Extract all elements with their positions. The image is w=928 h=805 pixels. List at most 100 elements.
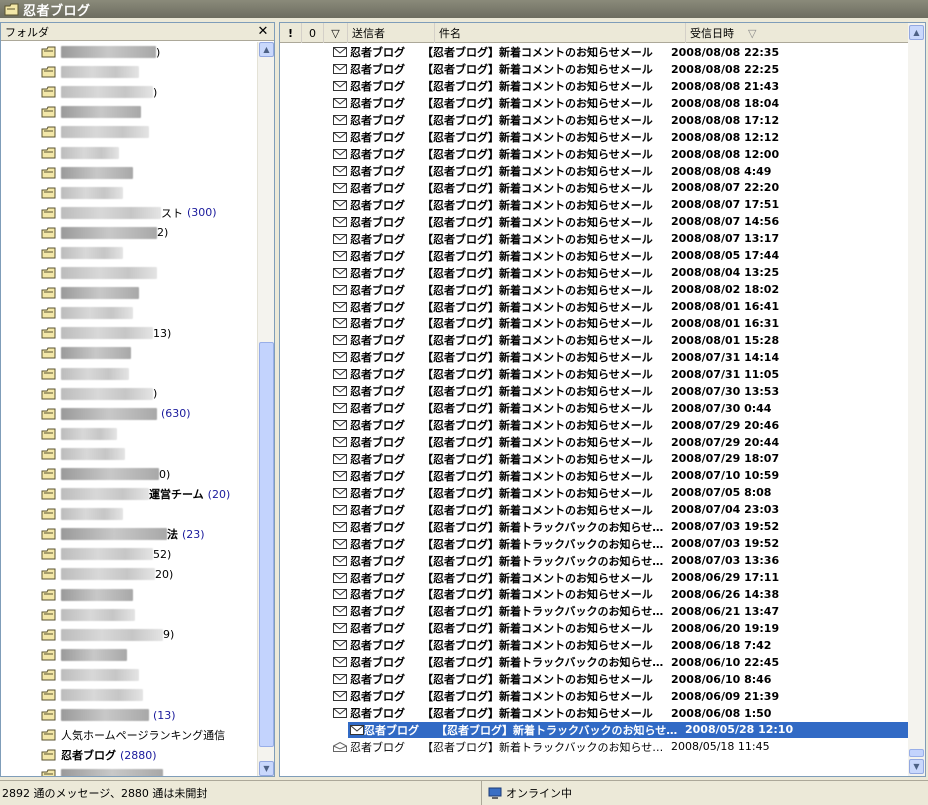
message-row[interactable]: 忍者ブログ 【忍者ブログ】新着コメントのお知らせメール 2008/08/08 17:…	[280, 112, 909, 129]
folder-item[interactable]: )	[1, 42, 257, 62]
folder-item[interactable]	[1, 163, 257, 183]
message-row[interactable]: 忍者ブログ 【忍者ブログ】新着トラックバックのお知らせメール 2008/05/18 …	[280, 738, 909, 755]
folder-item[interactable]: 運営チーム (20)	[1, 484, 257, 504]
folder-item[interactable]	[1, 645, 257, 665]
folder-item[interactable]: 人気ホームページランキング通信	[1, 725, 257, 745]
folder-name: )	[153, 85, 158, 99]
message-row[interactable]: 忍者ブログ 【忍者ブログ】新着コメントのお知らせメール 2008/08/07 13:…	[280, 230, 909, 247]
message-list[interactable]: 忍者ブログ 【忍者ブログ】新着コメントのお知らせメール 2008/08/08 22:…	[280, 44, 909, 776]
message-row[interactable]: 忍者ブログ 【忍者ブログ】新着コメントのお知らせメール 2008/07/29 18:…	[280, 451, 909, 468]
message-row[interactable]: 忍者ブログ 【忍者ブログ】新着コメントのお知らせメール 2008/08/04 13:…	[280, 264, 909, 281]
folder-item[interactable]	[1, 444, 257, 464]
message-row[interactable]: 忍者ブログ 【忍者ブログ】新着コメントのお知らせメール 2008/08/08 4:4…	[280, 163, 909, 180]
folder-item[interactable]	[1, 343, 257, 363]
message-row[interactable]: 忍者ブログ 【忍者ブログ】新着コメントのお知らせメール 2008/06/20 19:…	[280, 620, 909, 637]
folder-scrollbar[interactable]: ▲ ▼	[257, 42, 274, 776]
message-row[interactable]: 忍者ブログ 【忍者ブログ】新着コメントのお知らせメール 2008/07/29 20:…	[280, 417, 909, 434]
folder-item[interactable]	[1, 424, 257, 444]
message-row[interactable]: 忍者ブログ 【忍者ブログ】新着コメントのお知らせメール 2008/07/29 20:…	[280, 434, 909, 451]
folder-item[interactable]: 2)	[1, 223, 257, 243]
folder-item[interactable]	[1, 243, 257, 263]
message-row[interactable]: 忍者ブログ 【忍者ブログ】新着トラックバックのお知らせメ... 2008/07/03…	[280, 535, 909, 552]
attachment-column[interactable]: 0	[302, 23, 324, 43]
message-row[interactable]: 忍者ブログ 【忍者ブログ】新着トラックバックのお知らせメ... 2008/06/10…	[280, 654, 909, 671]
folder-tree[interactable]: )) スト (300) 2) 13)) (630) 0) 運営チーム (20) 法 (23) 52) 2…	[1, 42, 257, 776]
message-row[interactable]: 忍者ブログ 【忍者ブログ】新着コメントのお知らせメール 2008/06/26 14:…	[280, 586, 909, 603]
message-row[interactable]: 忍者ブログ 【忍者ブログ】新着トラックバックのお知らせメ... 2008/06/21…	[280, 603, 909, 620]
message-row[interactable]: 忍者ブログ 【忍者ブログ】新着コメントのお知らせメール 2008/06/18 7:4…	[280, 637, 909, 654]
message-row[interactable]: 忍者ブログ 【忍者ブログ】新着コメントのお知らせメール 2008/07/10 10:…	[280, 467, 909, 484]
message-row-selected[interactable]: 忍者ブログ 【忍者ブログ】新着トラックバックのお知らせメ... 2008/05/28…	[348, 721, 909, 739]
folder-item[interactable]: 忍者ブログ (2880)	[1, 745, 257, 765]
folder-item[interactable]	[1, 504, 257, 524]
message-row[interactable]: 忍者ブログ 【忍者ブログ】新着コメントのお知らせメール 2008/08/07 14:…	[280, 213, 909, 230]
folder-item[interactable]	[1, 685, 257, 705]
message-subject: 【忍者ブログ】新着コメントのお知らせメール	[422, 114, 653, 128]
close-icon[interactable]: ✕	[256, 24, 270, 39]
folder-item[interactable]	[1, 605, 257, 625]
subject-column[interactable]: 件名	[435, 23, 686, 43]
folder-item[interactable]	[1, 765, 257, 776]
message-row[interactable]: 忍者ブログ 【忍者ブログ】新着コメントのお知らせメール 2008/06/09 21:…	[280, 688, 909, 705]
folder-item[interactable]: )	[1, 384, 257, 404]
flag-column[interactable]: ▽	[324, 23, 348, 43]
folder-item[interactable]	[1, 183, 257, 203]
message-row[interactable]: 忍者ブログ 【忍者ブログ】新着コメントのお知らせメール 2008/08/08 12:…	[280, 146, 909, 163]
message-row[interactable]: 忍者ブログ 【忍者ブログ】新着コメントのお知らせメール 2008/07/31 11:…	[280, 366, 909, 383]
folder-item[interactable]: 法 (23)	[1, 524, 257, 544]
folder-item[interactable]: 0)	[1, 464, 257, 484]
folder-item[interactable]: スト (300)	[1, 203, 257, 223]
message-row[interactable]: 忍者ブログ 【忍者ブログ】新着コメントのお知らせメール 2008/08/07 17:…	[280, 196, 909, 213]
message-row[interactable]: 忍者ブログ 【忍者ブログ】新着コメントのお知らせメール 2008/08/08 18:…	[280, 95, 909, 112]
sender-column[interactable]: 送信者	[348, 23, 435, 43]
sort-descending-icon: ▽	[748, 26, 757, 40]
received-column[interactable]: 受信日時 ▽	[686, 23, 909, 43]
message-row[interactable]: 忍者ブログ 【忍者ブログ】新着コメントのお知らせメール 2008/07/05 8:0…	[280, 484, 909, 501]
message-row[interactable]: 忍者ブログ 【忍者ブログ】新着コメントのお知らせメール 2008/07/04 23:…	[280, 501, 909, 518]
message-row[interactable]: 忍者ブログ 【忍者ブログ】新着コメントのお知らせメール 2008/08/02 18:…	[280, 281, 909, 298]
folder-item[interactable]	[1, 303, 257, 323]
message-status	[280, 166, 350, 177]
message-row[interactable]: 忍者ブログ 【忍者ブログ】新着コメントのお知らせメール 2008/08/01 15:…	[280, 332, 909, 349]
folder-item[interactable]	[1, 263, 257, 283]
message-row[interactable]: 忍者ブログ 【忍者ブログ】新着コメントのお知らせメール 2008/08/01 16:…	[280, 298, 909, 315]
message-row[interactable]: 忍者ブログ 【忍者ブログ】新着コメントのお知らせメール 2008/07/31 14:…	[280, 349, 909, 366]
message-row[interactable]: 忍者ブログ 【忍者ブログ】新着コメントのお知らせメール 2008/08/08 12:…	[280, 129, 909, 146]
message-row[interactable]: 忍者ブログ 【忍者ブログ】新着トラックバックのお知らせメ... 2008/07/03…	[280, 518, 909, 535]
folder-item[interactable]: 13)	[1, 323, 257, 343]
folder-item[interactable]: )	[1, 82, 257, 102]
message-row[interactable]: 忍者ブログ 【忍者ブログ】新着コメントのお知らせメール 2008/08/08 22:…	[280, 44, 909, 61]
folder-item[interactable]	[1, 665, 257, 685]
importance-column[interactable]: !	[280, 23, 302, 43]
scroll-down-button[interactable]: ▼	[909, 759, 924, 774]
scroll-up-button[interactable]: ▲	[909, 25, 924, 40]
folder-item[interactable]: (630)	[1, 404, 257, 424]
folder-item[interactable]	[1, 283, 257, 303]
scroll-thumb[interactable]	[909, 749, 924, 757]
folder-item[interactable]: 9)	[1, 625, 257, 645]
message-row[interactable]: 忍者ブログ 【忍者ブログ】新着コメントのお知らせメール 2008/06/08 1:5…	[280, 705, 909, 722]
message-row[interactable]: 忍者ブログ 【忍者ブログ】新着コメントのお知らせメール 2008/08/01 16:…	[280, 315, 909, 332]
folder-item[interactable]	[1, 102, 257, 122]
folder-item[interactable]: (13)	[1, 705, 257, 725]
message-row[interactable]: 忍者ブログ 【忍者ブログ】新着コメントのお知らせメール 2008/06/29 17:…	[280, 569, 909, 586]
folder-item[interactable]: 52)	[1, 544, 257, 564]
folder-item[interactable]	[1, 364, 257, 384]
message-scrollbar[interactable]: ▲ ▼	[908, 23, 925, 776]
message-row[interactable]: 忍者ブログ 【忍者ブログ】新着コメントのお知らせメール 2008/08/08 22:…	[280, 61, 909, 78]
message-row[interactable]: 忍者ブログ 【忍者ブログ】新着コメントのお知らせメール 2008/08/08 21:…	[280, 78, 909, 95]
folder-item[interactable]	[1, 62, 257, 82]
message-row[interactable]: 忍者ブログ 【忍者ブログ】新着コメントのお知らせメール 2008/06/10 8:4…	[280, 671, 909, 688]
folder-item[interactable]	[1, 122, 257, 142]
message-row[interactable]: 忍者ブログ 【忍者ブログ】新着コメントのお知らせメール 2008/08/07 22:…	[280, 180, 909, 197]
folder-item[interactable]: 20)	[1, 564, 257, 584]
message-row[interactable]: 忍者ブログ 【忍者ブログ】新着コメントのお知らせメール 2008/07/30 0:4…	[280, 400, 909, 417]
folder-item[interactable]	[1, 585, 257, 605]
folder-item[interactable]	[1, 142, 257, 162]
message-row[interactable]: 忍者ブログ 【忍者ブログ】新着コメントのお知らせメール 2008/07/30 13:…	[280, 383, 909, 400]
scroll-down-button[interactable]: ▼	[259, 761, 274, 776]
scroll-thumb[interactable]	[259, 342, 274, 747]
message-row[interactable]: 忍者ブログ 【忍者ブログ】新着トラックバックのお知らせメ... 2008/07/03…	[280, 552, 909, 569]
scroll-up-button[interactable]: ▲	[259, 42, 274, 57]
message-row[interactable]: 忍者ブログ 【忍者ブログ】新着コメントのお知らせメール 2008/08/05 17:…	[280, 247, 909, 264]
